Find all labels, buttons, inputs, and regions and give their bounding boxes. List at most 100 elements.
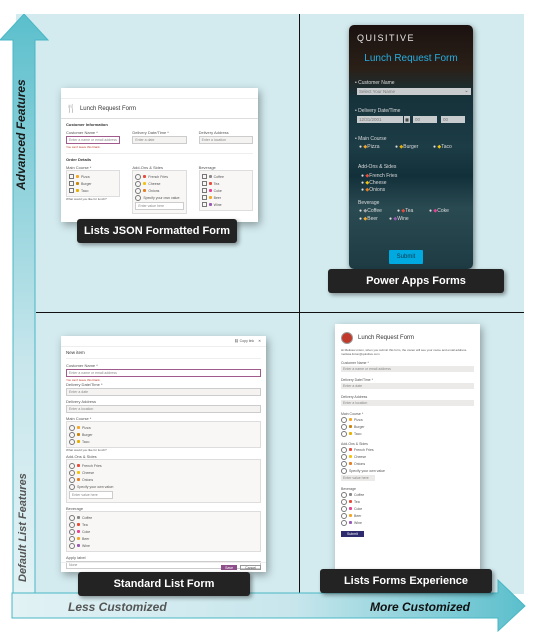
option-beer[interactable]: ● ◆Beer [359, 216, 378, 222]
option-tea[interactable]: Tea [69, 521, 258, 528]
minute-dropdown[interactable]: 00 [441, 116, 465, 123]
option-beer[interactable]: Beer [69, 535, 258, 542]
copy-link-button[interactable]: ⛓ Copy link [234, 339, 254, 343]
delivery-date-input[interactable]: Enter a date [341, 383, 474, 389]
field-label: Delivery Address [198, 130, 229, 135]
close-icon[interactable]: ✕ [258, 339, 261, 343]
option-coke[interactable]: Coke [341, 505, 474, 512]
form-logo-icon [341, 332, 353, 344]
field-label: Delivery Date/Time * [132, 130, 169, 135]
addons-label: Add-Ons & Sides [358, 164, 397, 170]
option-tea[interactable]: Tea [341, 498, 474, 505]
option-burger[interactable]: Burger [341, 423, 474, 430]
more-customized-label: More Customized [370, 600, 471, 614]
option-burger[interactable]: Burger [69, 180, 117, 187]
option-pizza[interactable]: Pizza [341, 416, 474, 423]
delivery-address-input[interactable]: Enter a location [198, 136, 253, 144]
option-coffee[interactable]: Coffee [69, 514, 258, 521]
option-taco[interactable]: Taco [69, 438, 258, 445]
option-wine[interactable]: Wine [69, 542, 258, 549]
option-pizza[interactable]: Pizza [69, 424, 258, 431]
option-onions[interactable]: Onions [341, 460, 474, 467]
advanced-features-label: Advanced Features [14, 79, 28, 190]
custom-value-input[interactable]: Enter value here [341, 475, 375, 481]
delivery-address-input[interactable]: Enter a location [66, 405, 261, 413]
delivery-date-input[interactable]: Enter a date [132, 136, 187, 144]
option-custom[interactable]: Specify your own value: [135, 194, 183, 201]
customer-name-label: • Customer Name [355, 80, 395, 86]
option-cheese[interactable]: Cheese [69, 469, 258, 476]
field-label: Delivery Date/Time * [66, 382, 103, 387]
field-label: Customer Name * [66, 363, 98, 368]
option-coke[interactable]: Coke [69, 528, 258, 535]
option-coke[interactable]: Coke [201, 187, 250, 194]
error-message: You can't leave this blank. [66, 145, 101, 149]
cancel-button[interactable]: Cancel [240, 565, 261, 570]
beverage-label: Beverage [358, 200, 380, 206]
option-burger[interactable]: Burger [69, 431, 258, 438]
option-wine[interactable]: Wine [341, 519, 474, 526]
calendar-icon[interactable]: ▦ [404, 116, 410, 123]
option-cheese[interactable]: Cheese [135, 180, 183, 187]
option-taco[interactable]: ● ◆Taco [433, 144, 452, 150]
delivery-date-input[interactable]: 12/31/2001 [357, 116, 403, 123]
customer-name-input[interactable]: Enter a name or email address [66, 369, 261, 377]
option-burger[interactable]: ● ◆Burger [395, 144, 418, 150]
field-label: Delivery Address [66, 399, 97, 404]
option-cheese[interactable]: ● ◆Cheese [361, 180, 387, 186]
field-label: Customer Name * [66, 130, 98, 135]
main-course-options: Pizza Burger Taco [66, 170, 121, 197]
quisitive-logo: QUISITIVE [357, 33, 416, 43]
option-fries[interactable]: French Fries [135, 173, 183, 180]
custom-value-input[interactable]: Enter value here [135, 202, 184, 210]
utensils-icon: 🍴 [66, 104, 76, 113]
less-customized-label: Less Customized [68, 600, 167, 614]
field-label: Delivery Address [341, 395, 368, 399]
delivery-address-input[interactable]: Enter a location [341, 400, 474, 406]
delivery-date-input[interactable]: Enter a date [66, 388, 261, 396]
save-button[interactable]: Save [221, 565, 238, 570]
field-hint: What would you like for lunch? [66, 448, 107, 452]
option-pizza[interactable]: Pizza [69, 173, 117, 180]
field-label: Delivery Date/Time * [341, 378, 373, 382]
option-tea[interactable]: Tea [201, 180, 250, 187]
option-onions[interactable]: Onions [135, 187, 183, 194]
option-wine[interactable]: Wine [201, 201, 250, 208]
addons-options: French Fries Cheese Onions Specify your … [66, 459, 261, 503]
form-title: Lunch Request Form [79, 105, 136, 112]
option-custom[interactable]: Specify your own value: [69, 483, 258, 490]
lists-forms-experience-label: Lists Forms Experience [320, 569, 492, 593]
option-tea[interactable]: ● ◆Tea [397, 208, 413, 214]
option-pizza[interactable]: ● ◆Pizza [359, 144, 380, 150]
option-fries[interactable]: French Fries [69, 462, 258, 469]
option-cheese[interactable]: Cheese [341, 453, 474, 460]
option-fries[interactable]: ● ◆French Fries [361, 173, 397, 179]
addons-options: French Fries Cheese Onions Specify your … [132, 170, 187, 214]
hour-dropdown[interactable]: 00 [413, 116, 437, 123]
delivery-label: • Delivery Date/Time [355, 108, 401, 114]
option-taco[interactable]: Taco [69, 187, 117, 194]
custom-value-input[interactable]: Enter value here [69, 491, 113, 499]
customer-name-input[interactable]: Enter a name or email address [341, 366, 474, 372]
option-beer[interactable]: Beer [201, 194, 250, 201]
option-taco[interactable]: Taco [341, 430, 474, 437]
standard-list-form-screenshot: ⛓ Copy link ✕ New item Customer Name * E… [61, 336, 266, 572]
vertical-divider [299, 14, 300, 594]
option-coke[interactable]: ● ◆Coke [429, 208, 449, 214]
chevron-down-icon[interactable]: ⌄ [462, 88, 471, 95]
customer-name-dropdown[interactable]: Select Your Name [357, 88, 463, 95]
option-wine[interactable]: ● ◆Wine [389, 216, 409, 222]
option-custom[interactable]: Specify your own value [341, 467, 474, 474]
main-course-label: • Main Course [355, 136, 387, 142]
option-onions[interactable]: ● ◆Onions [361, 187, 385, 193]
option-onions[interactable]: Onions [69, 476, 258, 483]
option-coffee[interactable]: Coffee [341, 491, 474, 498]
submit-button[interactable]: Submit [389, 250, 423, 264]
option-coffee[interactable]: Coffee [201, 173, 250, 180]
option-beer[interactable]: Beer [341, 512, 474, 519]
option-coffee[interactable]: ● ◆Coffee [359, 208, 382, 214]
user-email: melissa.linton@quisitive.com [341, 352, 380, 356]
option-fries[interactable]: French Fries [341, 446, 474, 453]
submit-button[interactable]: Submit [341, 531, 364, 537]
customer-name-input[interactable]: Enter a name or email address [66, 136, 121, 144]
